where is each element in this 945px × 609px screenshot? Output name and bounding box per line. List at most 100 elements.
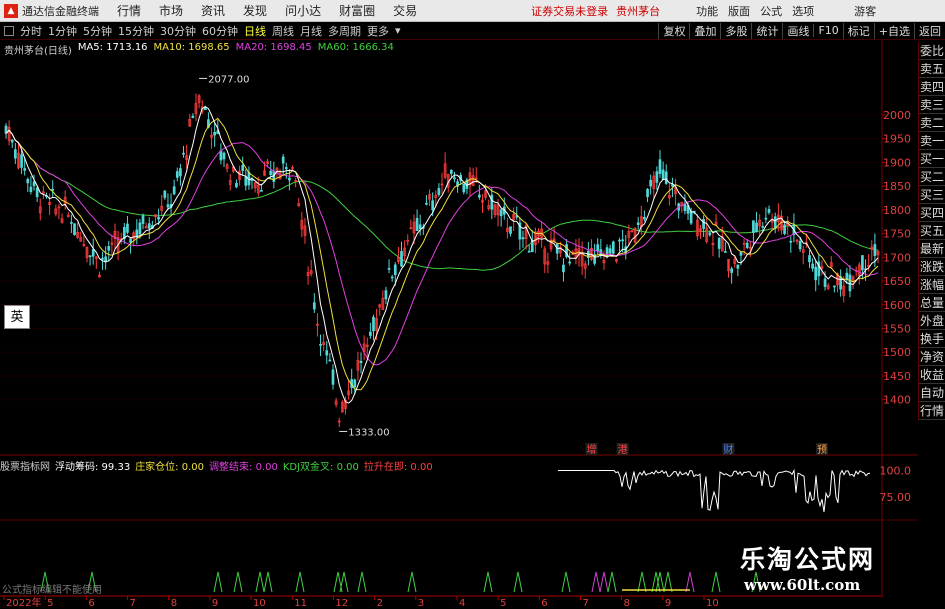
price-axis: 2000 1950 1900 1850 1800 1750 1700 1650 1600 1550…	[882, 109, 911, 407]
candle-body	[319, 344, 322, 346]
signal-spike	[599, 571, 609, 593]
signal-spike	[685, 571, 695, 593]
candle-body	[798, 240, 802, 250]
candle-body	[861, 255, 864, 271]
quote-row: 卖二	[919, 116, 945, 132]
ma60-line	[5, 129, 879, 271]
quote-row: 买五	[919, 224, 945, 240]
quote-row: 买二	[919, 170, 945, 186]
price-tick-label: 2000	[883, 109, 911, 122]
time-tick-label: 3	[418, 598, 424, 609]
price-tick-label: 1850	[883, 180, 911, 193]
candle-body	[126, 223, 129, 233]
time-tick-label: 12	[335, 598, 348, 609]
quote-row: 换手	[919, 332, 945, 348]
signal-spike	[407, 571, 417, 593]
price-annotations: 2077.00 1333.00	[199, 74, 390, 438]
candle-body	[453, 177, 456, 180]
event-marker-label: 预	[817, 444, 827, 456]
candle-body	[138, 222, 142, 235]
candle-body	[73, 223, 76, 236]
quote-row: 涨跌	[919, 260, 945, 276]
price-tick-label: 1900	[883, 156, 911, 169]
ime-english-badge[interactable]: 英	[4, 305, 30, 329]
price-tick-label: 1750	[883, 228, 911, 241]
time-tick-label: 6	[88, 598, 94, 609]
candle-body	[611, 241, 615, 254]
candle-body	[839, 276, 842, 290]
candle-body	[808, 255, 811, 263]
candle-body	[235, 182, 238, 188]
candle-body	[708, 232, 712, 236]
candle-body	[643, 216, 646, 220]
candle-body	[530, 240, 534, 253]
event-marker-label: 港	[618, 444, 628, 456]
candle-body	[478, 194, 481, 198]
watermark: 乐淘公式网 www.60lt.com	[740, 540, 945, 609]
indicator-tiaozheng: 调整结束: 0.00	[209, 462, 278, 473]
candle-body	[88, 255, 92, 258]
candle-body	[10, 139, 14, 143]
candle-body	[107, 246, 111, 251]
candle-body	[636, 222, 640, 225]
quote-row: 自动	[919, 386, 945, 402]
quote-row: 卖一	[919, 134, 945, 150]
candle-body	[241, 165, 245, 171]
event-markers: 增港财预	[585, 443, 828, 456]
candle-body	[649, 179, 653, 187]
candle-body	[353, 379, 357, 388]
signal-spike	[483, 571, 493, 593]
candle-body	[783, 224, 786, 234]
quote-row: 卖四	[919, 80, 945, 96]
ma5-path	[5, 106, 879, 404]
candle-body	[244, 176, 248, 186]
event-marker-label: 财	[724, 443, 734, 456]
candle-body	[390, 276, 394, 279]
time-tick-label: 8	[624, 598, 630, 609]
quote-row: 买三	[919, 188, 945, 204]
indicator-source[interactable]: 股票指标网	[0, 458, 50, 473]
candle-body	[372, 316, 375, 332]
price-tick-label: 1450	[883, 370, 911, 383]
candle-body	[393, 264, 397, 275]
candle-body	[521, 237, 525, 240]
candle-body	[260, 190, 263, 192]
quote-row: 买四	[919, 206, 945, 222]
time-tick-label: 2022年	[6, 596, 41, 609]
candle-body	[175, 171, 179, 178]
candle-body	[823, 278, 827, 287]
chart-grid	[0, 40, 918, 598]
candle-body	[462, 183, 466, 193]
candle-body	[35, 187, 39, 198]
time-tick-label: 5	[47, 598, 53, 609]
signal-spike	[295, 571, 305, 593]
candle-body	[369, 331, 372, 336]
indicator-zhuangjia: 庄家仓位: 0.00	[135, 462, 205, 473]
indicator-bar-panel	[40, 571, 761, 593]
price-tick-label: 1650	[883, 275, 911, 288]
candle-body	[658, 159, 662, 174]
ma-lines	[5, 106, 879, 404]
candle-body	[182, 152, 185, 155]
candle-body	[811, 263, 814, 269]
quote-row: 净资	[919, 350, 945, 366]
candle-body	[449, 169, 453, 174]
candle-body	[163, 190, 167, 198]
price-tick-label: 1950	[883, 133, 911, 146]
candle-body	[70, 222, 73, 224]
quote-row: 行情	[919, 404, 945, 420]
time-tick-label: 4	[459, 598, 465, 609]
kline-chart[interactable]: 2000 1950 1900 1850 1800 1750 1700 1650 1600 1550…	[0, 0, 945, 609]
watermark-url: www.60lt.com	[744, 576, 861, 594]
ma60-path	[5, 129, 879, 271]
candle-body	[101, 257, 104, 260]
price-tick-label: 1500	[883, 346, 911, 359]
quote-row: 委比	[919, 44, 945, 60]
indicator-fudong: 浮动筹码: 99.33	[55, 462, 131, 473]
event-marker-label: 增	[586, 443, 596, 456]
price-tick-label: 1800	[883, 204, 911, 217]
candle-body	[415, 217, 419, 232]
candle-body	[166, 204, 170, 208]
candle-body	[873, 244, 877, 256]
signal-spike	[255, 571, 265, 593]
